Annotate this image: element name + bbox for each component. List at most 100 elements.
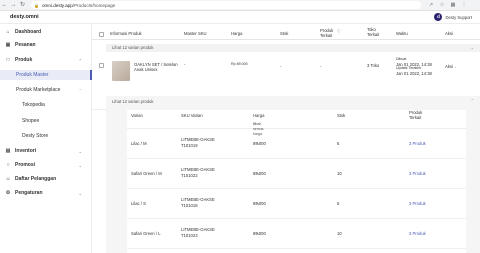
chevron-down-icon: ⌄ xyxy=(454,65,458,69)
variant-sku-line1: LITMEBE-OAKSE xyxy=(181,137,215,142)
col-informasi-produk: Informasi Produk xyxy=(110,31,142,36)
product-sku: - xyxy=(184,62,186,67)
chevron-up-icon: ⌃ xyxy=(78,87,82,93)
sidebar-item-label: Pesanan xyxy=(15,42,36,48)
col-harga: Harga xyxy=(231,31,243,36)
lock-icon: 🔒 xyxy=(34,2,39,8)
url-path: /Products/homepage xyxy=(72,2,116,8)
group-bar[interactable]: Lihat 12 varian produk ⌄ xyxy=(106,44,480,52)
inventory-icon: ▤ xyxy=(5,148,11,154)
select-all-checkbox[interactable] xyxy=(99,32,104,37)
reload-icon[interactable]: ↻ xyxy=(18,1,27,10)
related-products-link[interactable]: 3 Produk xyxy=(409,201,426,206)
sidebar-item-inventori[interactable]: ▤ Inventori ⌄ xyxy=(0,146,92,156)
variant-sku-line2: T101018 xyxy=(181,203,198,208)
action-dropdown[interactable]: Aksi ⌄ xyxy=(445,64,457,70)
product-image xyxy=(112,61,130,81)
product-price: Rp 89.000 xyxy=(231,62,248,66)
chevron-up-icon: ⌃ xyxy=(78,57,82,63)
url-host: omni.desty.app xyxy=(41,2,73,8)
variant-sku-line2: T101022 xyxy=(181,173,198,178)
sidebar-item-desty-store[interactable]: Desty Store xyxy=(0,131,92,141)
variant-sku-line2: T101023 xyxy=(181,233,198,238)
sidebar-item-shopee[interactable]: Shopee xyxy=(0,116,92,126)
sidebar-item-label: Produk Master xyxy=(16,72,49,78)
chevron-down-icon: ⌄ xyxy=(78,190,82,196)
variant-sku-line1: LITMEBE-OAKSE xyxy=(181,197,215,202)
sidebar-item-produk[interactable]: □ Produk ⌃ xyxy=(0,55,92,65)
related-stores-link[interactable]: 3 Toko xyxy=(367,63,379,68)
sidebar-item-pesanan[interactable]: ▣ Pesanan xyxy=(0,40,92,50)
pencil-icon[interactable]: ✎ xyxy=(256,141,260,146)
menu-icon[interactable]: ⋮ xyxy=(460,1,468,9)
sidebar-item-pengaturan[interactable]: ⚙ Pengaturan ⌄ xyxy=(0,188,92,198)
avatar[interactable]: d xyxy=(434,13,443,21)
col-master-sku: Master SKU xyxy=(184,31,207,36)
related-products-link[interactable]: 3 Produk xyxy=(409,141,426,146)
user-menu[interactable]: d Desty Support xyxy=(434,13,472,21)
sidebar-item-label: Shopee xyxy=(22,118,40,124)
col-variant-produk-terkait: Produk Terkait xyxy=(409,110,423,120)
sidebar-item-produk-master[interactable]: Produk Master xyxy=(0,70,92,80)
pencil-icon[interactable]: ✎ xyxy=(256,201,260,206)
sidebar-item-label: Pengaturan xyxy=(15,190,43,196)
sidebar-item-tokopedia[interactable]: Tokopedia xyxy=(0,100,92,110)
sidebar-item-daftar-pelanggan[interactable]: ☺ Daftar Pelanggan xyxy=(0,174,92,184)
chevron-down-icon[interactable]: ⌄ xyxy=(471,44,474,52)
col-sku-varian: SKU Varian xyxy=(181,113,203,118)
sidebar-item-label: Produk xyxy=(15,57,33,63)
product-related: - xyxy=(320,64,322,69)
updated-time: Jan 01 2022, 14:38 xyxy=(396,71,432,76)
variant-name: Lilac / S xyxy=(131,201,146,206)
col-variant-stok: Stok xyxy=(337,113,346,118)
sidebar-item-label: Tokopedia xyxy=(22,102,45,108)
product-stock: - xyxy=(280,64,282,69)
variant-panel-label[interactable]: Lihat 12 varian produk xyxy=(112,99,153,104)
table-row: Lilac / M LITMEBE-OAKSE T101019 89.000 ✎ … xyxy=(127,129,466,159)
product-name-line2[interactable]: Anak Unisex xyxy=(134,67,158,72)
variant-stock: 10 xyxy=(337,171,342,176)
table-row: Safari Green / L LITMEBE-OAKSE T101023 8… xyxy=(127,219,466,249)
related-products-link[interactable]: 3 Produk xyxy=(409,231,426,236)
tag-icon: ○ xyxy=(6,162,10,168)
back-icon[interactable]: ← xyxy=(0,1,9,10)
row-checkbox[interactable] xyxy=(99,63,104,68)
address-bar[interactable]: 🔒 omni.desty.app /Products/homepage xyxy=(31,1,421,9)
col-toko-terkait: Toko Terkait xyxy=(367,27,380,37)
sidebar-item-label: Inventori xyxy=(15,148,37,154)
chevron-down-icon: ⌄ xyxy=(78,162,82,168)
variant-sku-line1: LITMEBE-OAKSE xyxy=(181,167,215,172)
variant-stock: 5 xyxy=(337,141,340,146)
col-variant-harga: Harga xyxy=(253,113,265,118)
table-header: Informasi Produk Master SKU Harga Stok P… xyxy=(92,27,480,40)
app-header: desty.omni d Desty Support xyxy=(0,11,480,24)
info-icon: ⓘ xyxy=(337,29,341,33)
forward-icon[interactable]: → xyxy=(9,1,18,10)
pencil-icon[interactable]: ✎ xyxy=(256,171,260,176)
col-aksi: Aksi xyxy=(445,31,453,36)
variant-sku-line2: T101019 xyxy=(181,143,198,148)
action-label: Aksi xyxy=(445,64,453,69)
sidebar-item-label: Promosi xyxy=(15,162,36,168)
table-row: Lilac / S LITMEBE-OAKSE T101018 89.000 ✎ … xyxy=(127,189,466,219)
sidebar-item-label: Daftar Pelanggan xyxy=(15,176,57,182)
sidebar: ⌂ Dashboard ▣ Pesanan □ Produk ⌃ Produk … xyxy=(0,24,92,253)
related-products-link[interactable]: 3 Produk xyxy=(409,171,426,176)
gear-icon: ⚙ xyxy=(5,190,11,196)
sidebar-item-label: Produk Marketplace xyxy=(16,87,61,93)
variant-stock: 5 xyxy=(337,201,340,206)
box-icon: □ xyxy=(6,57,10,63)
chevron-down-icon: ⌄ xyxy=(78,148,82,154)
sidebar-item-promosi[interactable]: ○ Promosi ⌄ xyxy=(0,160,92,170)
pencil-icon[interactable]: ✎ xyxy=(256,231,260,236)
col-stok: Stok xyxy=(280,31,289,36)
table-row: Safari Green / M LITMEBE-OAKSE T101022 8… xyxy=(127,159,466,189)
star-icon[interactable]: ☆ xyxy=(438,1,446,9)
extensions-icon[interactable]: ▦ xyxy=(449,1,457,9)
variant-panel: Lihat 12 varian produk ⌃ Varian SKU Vari… xyxy=(106,96,480,253)
sidebar-item-dashboard[interactable]: ⌂ Dashboard xyxy=(0,27,92,37)
variant-table: Varian SKU Varian Harga ✎ Ubah semua har… xyxy=(127,110,466,253)
sidebar-item-produk-marketplace[interactable]: Produk Marketplace ⌃ xyxy=(0,85,92,95)
chevron-up-icon[interactable]: ⌃ xyxy=(471,98,474,103)
share-icon[interactable]: ↗ xyxy=(427,1,435,9)
